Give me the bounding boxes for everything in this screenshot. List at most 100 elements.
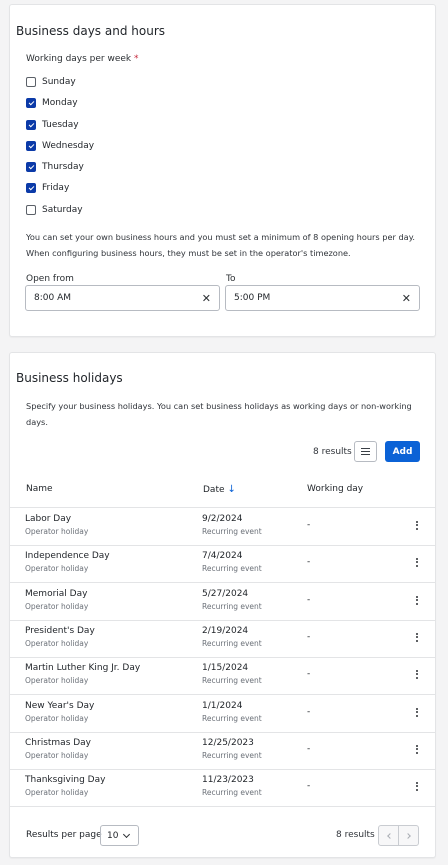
holiday-date: 9/2/2024	[202, 514, 243, 524]
holiday-name: Thanksgiving Day	[25, 775, 106, 785]
table-row[interactable]: Independence Day Operator holiday 7/4/2024…	[10, 545, 435, 582]
more-actions-icon[interactable]	[414, 666, 420, 682]
table-row[interactable]: New Year's Day Operator holiday 1/1/2024 Re…	[10, 695, 435, 732]
to-input[interactable]: 5:00 PM ✕	[225, 285, 420, 311]
holiday-working-day: -	[307, 669, 311, 679]
holiday-name: Independence Day	[25, 551, 110, 561]
more-actions-icon[interactable]	[414, 554, 420, 570]
working-days-label-text: Working days per week	[26, 54, 132, 64]
holiday-type: Operator holiday	[25, 714, 89, 723]
per-page-value: 10	[107, 830, 119, 841]
holiday-date: 7/4/2024	[202, 551, 243, 561]
chevron-left-icon	[386, 832, 393, 839]
checkbox-checked-icon[interactable]	[26, 141, 36, 151]
checkbox-checked-icon[interactable]	[26, 162, 36, 172]
table-row[interactable]: President's Day Operator holiday 2/19/2024…	[10, 620, 435, 657]
open-from-input[interactable]: 8:00 AM ✕	[25, 285, 220, 311]
checkbox-checked-icon[interactable]	[26, 120, 36, 130]
holiday-working-day: -	[307, 707, 311, 717]
to-label: To	[226, 274, 236, 284]
table-row[interactable]: Memorial Day Operator holiday 5/27/2024 Rec…	[10, 583, 435, 620]
business-holidays-description: Specify your business holidays. You can …	[26, 398, 424, 430]
more-actions-icon[interactable]	[414, 629, 420, 645]
day-checkbox-tuesday[interactable]: Tuesday	[26, 118, 79, 132]
holiday-type: Operator holiday	[25, 564, 89, 573]
list-icon	[361, 448, 370, 455]
day-label: Sunday	[42, 77, 76, 87]
column-header-date-label: Date	[203, 485, 225, 495]
sort-descending-icon[interactable]: ↓	[228, 484, 236, 495]
holiday-working-day: -	[307, 744, 311, 754]
holiday-recurrence: Recurring event	[202, 564, 262, 573]
clear-icon[interactable]: ✕	[402, 293, 411, 304]
chevron-down-icon	[123, 830, 131, 838]
holiday-recurrence: Recurring event	[202, 714, 262, 723]
holiday-recurrence: Recurring event	[202, 751, 262, 760]
column-header-date[interactable]: Date ↓	[203, 484, 236, 495]
day-checkbox-sunday[interactable]: Sunday	[26, 75, 76, 89]
holiday-recurrence: Recurring event	[202, 676, 262, 685]
holiday-type: Operator holiday	[25, 602, 89, 611]
column-header-working-day[interactable]: Working day	[307, 484, 363, 494]
holiday-working-day: -	[307, 520, 311, 530]
holiday-name: Memorial Day	[25, 589, 88, 599]
clear-icon[interactable]: ✕	[202, 293, 211, 304]
holiday-type: Operator holiday	[25, 676, 89, 685]
footer-results-count: 8 results	[336, 830, 375, 840]
day-label: Monday	[42, 98, 78, 108]
business-hours-title: Business days and hours	[16, 24, 165, 38]
to-value: 5:00 PM	[234, 293, 271, 303]
help-line: When configuring business hours, they mu…	[26, 248, 351, 258]
holiday-type: Operator holiday	[25, 527, 89, 536]
holiday-name: New Year's Day	[25, 701, 95, 711]
list-view-button[interactable]	[354, 441, 377, 462]
day-checkbox-wednesday[interactable]: Wednesday	[26, 139, 94, 153]
checkbox-icon[interactable]	[26, 77, 36, 87]
table-row[interactable]: Thanksgiving Day Operator holiday 11/23/20…	[10, 769, 435, 806]
chevron-right-icon	[404, 832, 411, 839]
results-per-page-select[interactable]: 10	[100, 825, 139, 846]
holiday-date: 12/25/2023	[202, 738, 254, 748]
holiday-type: Operator holiday	[25, 788, 89, 797]
row-divider	[10, 806, 435, 807]
checkbox-checked-icon[interactable]	[26, 98, 36, 108]
holiday-name: President's Day	[25, 626, 95, 636]
day-label: Thursday	[42, 162, 84, 172]
description-line: Specify your business holidays. You can …	[26, 401, 412, 411]
table-row[interactable]: Martin Luther King Jr. Day Operator holid…	[10, 657, 435, 694]
holiday-working-day: -	[307, 781, 311, 791]
more-actions-icon[interactable]	[414, 592, 420, 608]
table-row[interactable]: Christmas Day Operator holiday 12/25/2023 R…	[10, 732, 435, 769]
table-row[interactable]: Labor Day Operator holiday 9/2/2024 Recurri…	[10, 508, 435, 545]
holiday-date: 1/1/2024	[202, 701, 243, 711]
holiday-date: 1/15/2024	[202, 663, 249, 673]
day-checkbox-thursday[interactable]: Thursday	[26, 160, 84, 174]
results-per-page-label: Results per page	[26, 830, 102, 840]
day-checkbox-saturday[interactable]: Saturday	[26, 203, 83, 217]
holiday-working-day: -	[307, 595, 311, 605]
day-label: Tuesday	[42, 120, 79, 130]
day-label: Saturday	[42, 205, 83, 215]
more-actions-icon[interactable]	[414, 704, 420, 720]
holiday-name: Christmas Day	[25, 738, 92, 748]
previous-page-button[interactable]	[378, 825, 399, 846]
next-page-button[interactable]	[398, 825, 419, 846]
column-header-name[interactable]: Name	[26, 484, 53, 494]
day-checkbox-monday[interactable]: Monday	[26, 96, 78, 110]
results-count: 8 results	[313, 447, 352, 457]
holiday-recurrence: Recurring event	[202, 602, 262, 611]
holiday-type: Operator holiday	[25, 751, 89, 760]
working-days-label: Working days per week *	[26, 54, 139, 64]
add-holiday-button[interactable]: Add	[385, 441, 420, 462]
day-checkbox-friday[interactable]: Friday	[26, 181, 69, 195]
holiday-recurrence: Recurring event	[202, 788, 262, 797]
more-actions-icon[interactable]	[414, 741, 420, 757]
holiday-name: Labor Day	[25, 514, 72, 524]
more-actions-icon[interactable]	[414, 517, 420, 533]
more-actions-icon[interactable]	[414, 778, 420, 794]
holiday-date: 5/27/2024	[202, 589, 249, 599]
checkbox-checked-icon[interactable]	[26, 183, 36, 193]
checkbox-icon[interactable]	[26, 205, 36, 215]
holiday-date: 2/19/2024	[202, 626, 249, 636]
day-label: Wednesday	[42, 141, 95, 151]
